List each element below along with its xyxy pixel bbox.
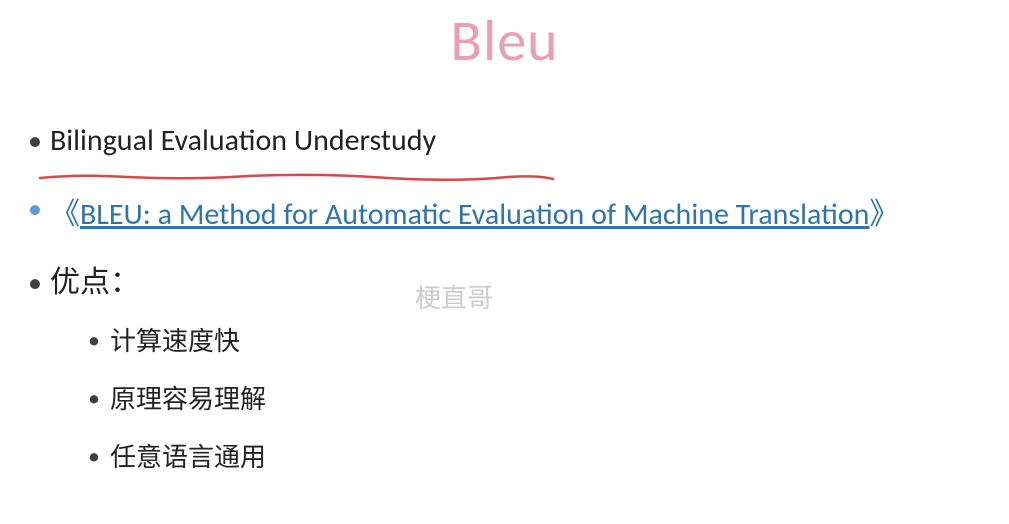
bullet-paper-link: • 《BLEU: a Method for Automatic Evaluati… <box>28 189 1009 235</box>
paper-reference: 《BLEU: a Method for Automatic Evaluation… <box>50 189 899 235</box>
list-item: • 任意语言通用 <box>88 439 1009 475</box>
advantages-list: • 计算速度快 • 原理容易理解 • 任意语言通用 <box>28 323 1009 475</box>
watermark: 梗直哥 <box>415 278 493 315</box>
bullet-dot-icon: • <box>28 189 42 229</box>
list-item: • 原理容易理解 <box>88 381 1009 417</box>
bullet-dot-icon: • <box>28 121 42 161</box>
content-area: • Bilingual Evaluation Understudy • 《BLE… <box>0 76 1009 475</box>
bullet-dot-icon: • <box>88 381 100 417</box>
bullet-definition: • Bilingual Evaluation Understudy <box>28 121 1009 161</box>
hand-underline-icon <box>38 170 558 190</box>
slide-title: Bleu <box>0 0 1009 76</box>
bracket-left: 《 <box>50 196 80 233</box>
bullet-dot-icon: • <box>28 263 42 303</box>
advantage-text: 原理容易理解 <box>110 381 266 417</box>
bracket-right: 》 <box>869 196 899 233</box>
bullet-dot-icon: • <box>88 323 100 359</box>
advantage-text: 任意语言通用 <box>110 439 266 475</box>
paper-link[interactable]: BLEU: a Method for Automatic Evaluation … <box>80 196 869 233</box>
bullet-advantages: • 优点： <box>28 263 1009 303</box>
advantages-label: 优点： <box>50 263 140 303</box>
advantage-text: 计算速度快 <box>110 323 240 359</box>
list-item: • 计算速度快 <box>88 323 1009 359</box>
bullet-dot-icon: • <box>88 439 100 475</box>
definition-text: Bilingual Evaluation Understudy <box>50 121 436 161</box>
